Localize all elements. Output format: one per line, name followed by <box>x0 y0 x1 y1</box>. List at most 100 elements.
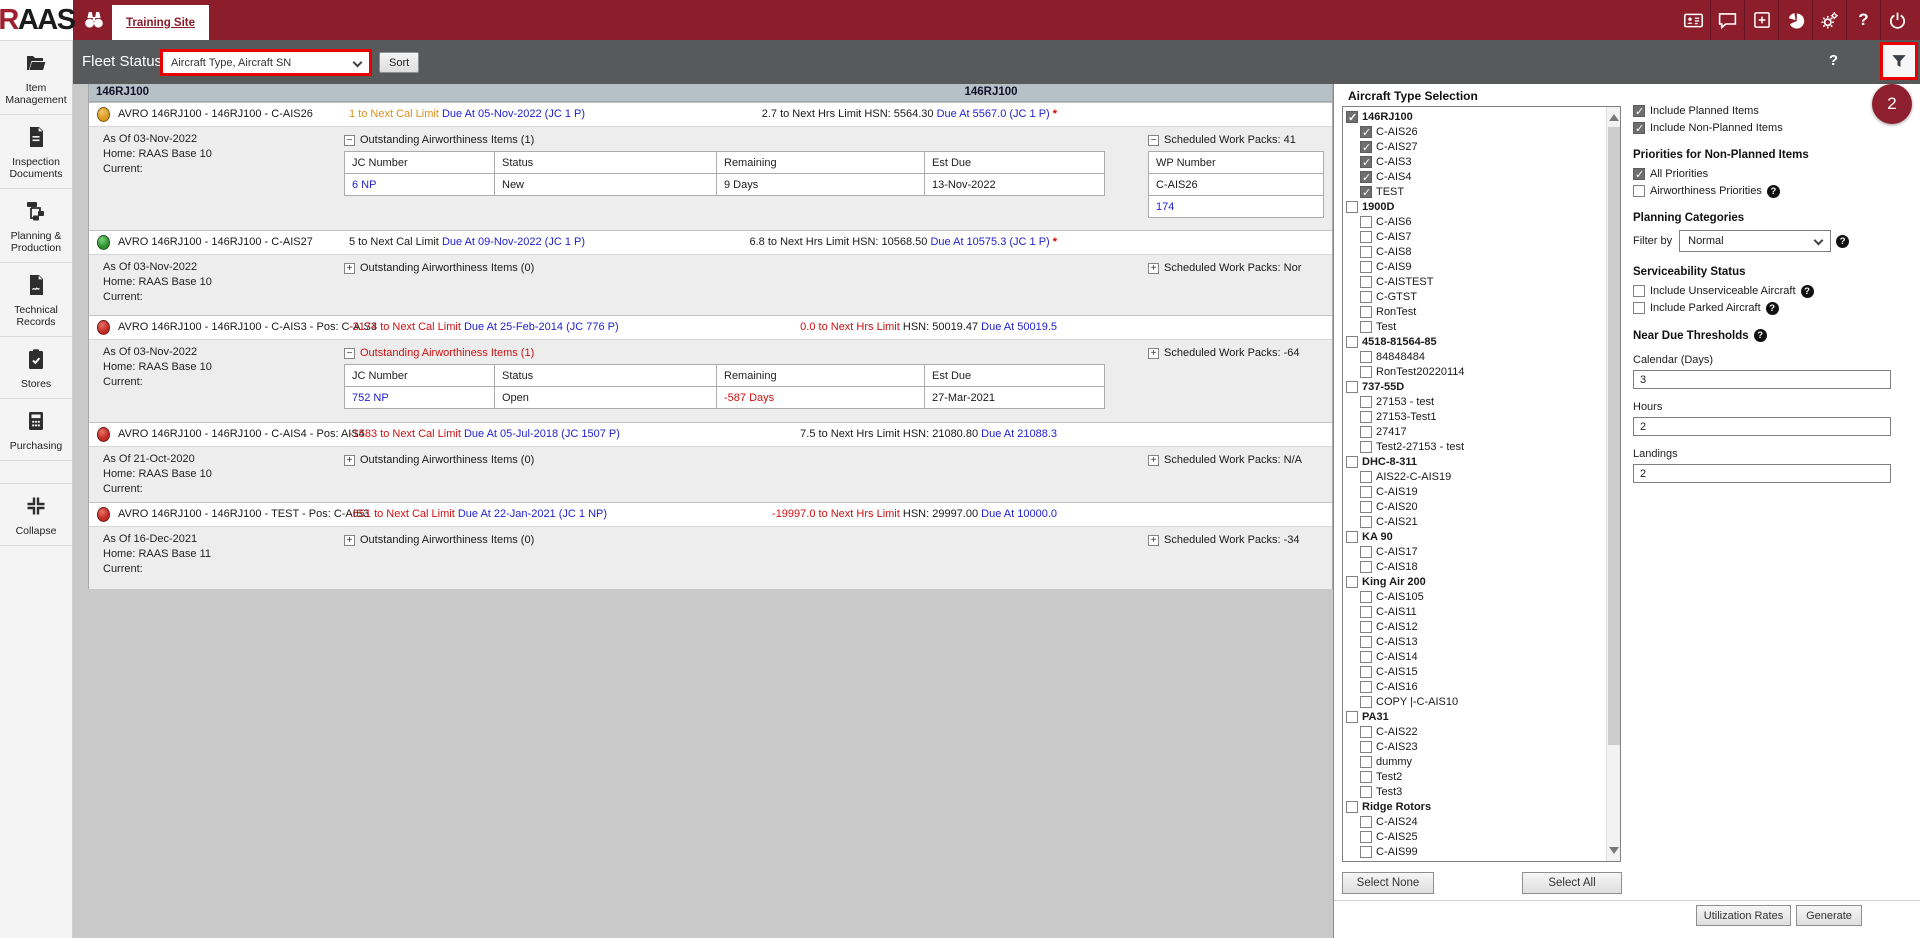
collapse-toggle-icon[interactable]: − <box>344 348 355 359</box>
aircraft-type-option[interactable]: C-AIS7 <box>1343 229 1605 244</box>
aircraft-type-checkbox[interactable] <box>1346 531 1358 543</box>
sidebar-collapse-button[interactable]: Collapse <box>0 483 72 546</box>
aircraft-type-checkbox[interactable] <box>1360 606 1372 618</box>
aircraft-type-option[interactable]: C-AIS27 <box>1343 139 1605 154</box>
aircraft-type-checkbox[interactable] <box>1360 141 1372 153</box>
aircraft-type-group[interactable]: 737-55D <box>1343 379 1605 394</box>
aircraft-type-option[interactable]: C-AIS20 <box>1343 499 1605 514</box>
aircraft-type-option[interactable]: 84848484 <box>1343 349 1605 364</box>
aircraft-type-checkbox[interactable] <box>1360 291 1372 303</box>
help-icon[interactable] <box>1767 185 1780 198</box>
sidebar-item-planning-production[interactable]: Planning & Production <box>0 189 72 263</box>
sidebar-item-item-management[interactable]: Item Management <box>0 40 72 115</box>
aircraft-type-checkbox[interactable] <box>1360 741 1372 753</box>
settings-gears-icon[interactable] <box>1812 0 1846 40</box>
aircraft-type-checkbox[interactable] <box>1360 696 1372 708</box>
aircraft-type-checkbox[interactable] <box>1360 666 1372 678</box>
aircraft-type-option[interactable]: C-GTST <box>1343 289 1605 304</box>
collapse-toggle-icon[interactable]: − <box>344 135 355 146</box>
aircraft-type-group[interactable]: 4518-81564-85 <box>1343 334 1605 349</box>
aircraft-type-checkbox[interactable] <box>1360 846 1372 858</box>
aircraft-type-option[interactable]: C-AIS99 <box>1343 844 1605 859</box>
sort-button[interactable]: Sort <box>379 52 419 73</box>
aircraft-type-option[interactable]: C-AIS22 <box>1343 724 1605 739</box>
aircraft-type-checkbox[interactable] <box>1360 816 1372 828</box>
aircraft-type-option[interactable]: C-AIS3 <box>1343 154 1605 169</box>
aircraft-type-checkbox[interactable] <box>1360 231 1372 243</box>
help-icon[interactable] <box>1754 329 1767 342</box>
aircraft-type-checkbox[interactable] <box>1360 261 1372 273</box>
aircraft-type-group[interactable]: DHC-8-311 <box>1343 454 1605 469</box>
pie-chart-icon[interactable] <box>1778 0 1812 40</box>
sidebar-item-technical-records[interactable]: Technical Records <box>0 263 72 337</box>
expand-toggle-icon[interactable]: + <box>344 535 355 546</box>
toolbar-help-icon[interactable]: ? <box>1829 52 1838 69</box>
aircraft-type-option[interactable]: 27417 <box>1343 424 1605 439</box>
aircraft-type-checkbox[interactable] <box>1346 111 1358 123</box>
aircraft-type-checkbox[interactable] <box>1360 366 1372 378</box>
aircraft-type-option[interactable]: C-AIS18 <box>1343 559 1605 574</box>
raas-logo[interactable]: RAAS <box>0 0 73 40</box>
aircraft-summary-row[interactable]: AVRO 146RJ100 - 146RJ100 - C-AIS27 5 to … <box>89 230 1332 254</box>
aircraft-type-checkbox[interactable] <box>1360 246 1372 258</box>
aircraft-type-option[interactable]: COPY |-C-AIS10 <box>1343 694 1605 709</box>
scroll-down-icon[interactable] <box>1609 847 1619 857</box>
jc-link[interactable]: 752 NP <box>352 392 389 404</box>
aircraft-type-checkbox[interactable] <box>1360 591 1372 603</box>
aircraft-type-checkbox[interactable] <box>1360 651 1372 663</box>
aircraft-type-option[interactable]: C-AIS16 <box>1343 679 1605 694</box>
aircraft-type-option[interactable]: C-AIS9 <box>1343 259 1605 274</box>
cal-due-link[interactable]: Due At 05-Jul-2018 (JC 1507 P) <box>464 428 620 440</box>
planning-category-dropdown[interactable]: Normal <box>1679 230 1831 252</box>
aircraft-summary-row[interactable]: AVRO 146RJ100 - 146RJ100 - C-AIS4 - Pos:… <box>89 422 1332 446</box>
aircraft-type-option[interactable]: C-AIS15 <box>1343 664 1605 679</box>
aircraft-type-checkbox[interactable] <box>1346 201 1358 213</box>
aircraft-type-option[interactable]: AIS22-C-AIS19 <box>1343 469 1605 484</box>
aircraft-type-group[interactable]: 1900D <box>1343 199 1605 214</box>
aircraft-type-option[interactable]: TEST <box>1343 184 1605 199</box>
hrs-due-link[interactable]: Due At 5567.0 (JC 1 P) <box>937 108 1050 120</box>
expand-toggle-icon[interactable]: + <box>1148 348 1159 359</box>
sort-by-dropdown[interactable]: Aircraft Type, Aircraft SN <box>163 52 369 73</box>
scroll-up-icon[interactable] <box>1609 111 1619 121</box>
select-all-button[interactable]: Select All <box>1522 872 1622 894</box>
aircraft-type-group[interactable]: 146RJ100 <box>1343 109 1605 124</box>
aircraft-type-option[interactable]: C-AIS23 <box>1343 739 1605 754</box>
aircraft-type-checkbox[interactable] <box>1360 561 1372 573</box>
airworthiness-priorities-checkbox[interactable] <box>1633 185 1645 197</box>
aircraft-type-group[interactable]: Ridge Rotors <box>1343 799 1605 814</box>
hrs-due-link[interactable]: Due At 50019.5 <box>981 321 1057 333</box>
aircraft-type-option[interactable]: C-AIS14 <box>1343 649 1605 664</box>
sidebar-item-stores[interactable]: Stores <box>0 337 72 399</box>
jc-link[interactable]: 6 NP <box>352 179 376 191</box>
aircraft-type-checkbox[interactable] <box>1360 786 1372 798</box>
aircraft-type-checkbox[interactable] <box>1360 426 1372 438</box>
expand-toggle-icon[interactable]: + <box>344 263 355 274</box>
aircraft-type-checkbox[interactable] <box>1346 576 1358 588</box>
aircraft-type-group[interactable]: PA31 <box>1343 709 1605 724</box>
calendar-days-input[interactable] <box>1633 370 1891 389</box>
aircraft-type-option[interactable]: RonTest <box>1343 304 1605 319</box>
hrs-due-link[interactable]: Due At 21088.3 <box>981 428 1057 440</box>
aircraft-type-checkbox[interactable] <box>1360 441 1372 453</box>
aircraft-type-checkbox[interactable] <box>1346 711 1358 723</box>
aircraft-type-option[interactable]: C-AIS26 <box>1343 124 1605 139</box>
expand-toggle-icon[interactable]: + <box>344 455 355 466</box>
aircraft-type-checkbox[interactable] <box>1360 306 1372 318</box>
chat-icon[interactable] <box>1710 0 1744 40</box>
aircraft-type-checkbox[interactable] <box>1360 156 1372 168</box>
aircraft-type-option[interactable]: C-AIS24 <box>1343 814 1605 829</box>
aircraft-type-option[interactable]: Test <box>1343 319 1605 334</box>
aircraft-type-option[interactable]: C-AIS12 <box>1343 619 1605 634</box>
aircraft-type-option[interactable]: 27153 - test <box>1343 394 1605 409</box>
expand-toggle-icon[interactable]: + <box>1148 263 1159 274</box>
expand-toggle-icon[interactable]: + <box>1148 455 1159 466</box>
aircraft-type-checkbox[interactable] <box>1360 771 1372 783</box>
landings-input[interactable] <box>1633 464 1891 483</box>
aircraft-type-checkbox[interactable] <box>1346 801 1358 813</box>
aircraft-type-checkbox[interactable] <box>1360 351 1372 363</box>
aircraft-type-checkbox[interactable] <box>1346 456 1358 468</box>
include-non-planned-checkbox[interactable] <box>1633 122 1645 134</box>
cal-due-link[interactable]: Due At 25-Feb-2014 (JC 776 P) <box>464 321 619 333</box>
aircraft-type-checkbox[interactable] <box>1346 336 1358 348</box>
